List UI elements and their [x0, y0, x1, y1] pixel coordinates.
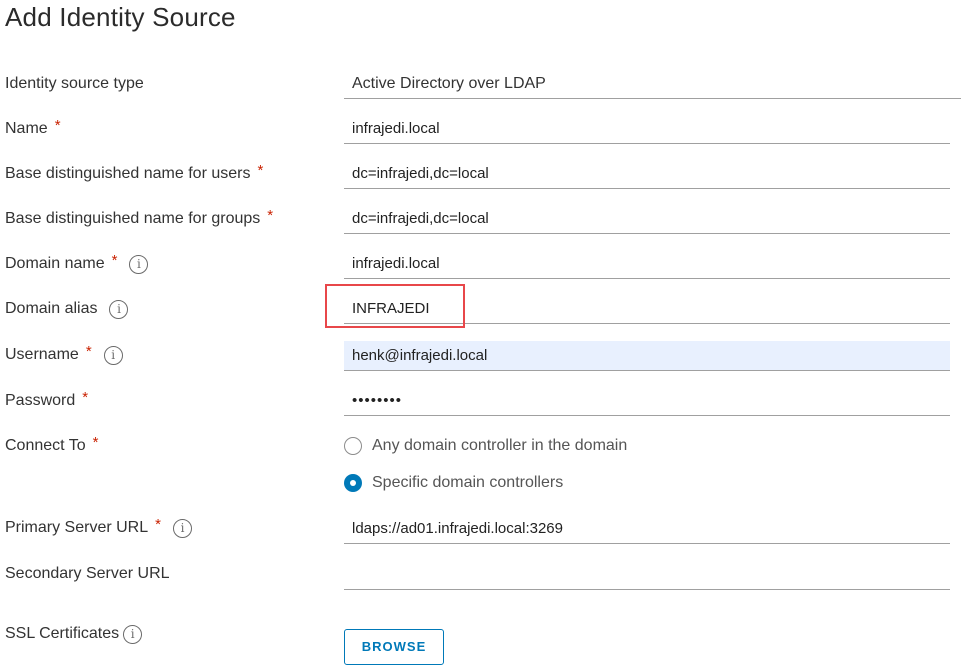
username-label-text: Username [5, 346, 79, 363]
name-label-text: Name [5, 120, 48, 137]
info-icon[interactable]: i [123, 624, 143, 644]
secondary-server-url-label-text: Secondary Server URL [5, 565, 170, 582]
domain-name-input[interactable]: infrajedi.local [344, 249, 950, 279]
required-marker: * [85, 343, 92, 360]
required-marker: * [267, 207, 274, 224]
info-icon[interactable]: i [129, 254, 149, 274]
password-label-text: Password [5, 392, 76, 409]
connect-to-label-text: Connect To [5, 437, 86, 454]
password-input[interactable]: •••••••• [344, 386, 950, 416]
ssl-certificates-label-text: SSL Certificates [5, 625, 120, 642]
primary-server-url-input[interactable]: ldaps://ad01.infrajedi.local:3269 [344, 514, 950, 544]
required-marker: * [82, 389, 89, 406]
secondary-server-url-input[interactable] [344, 560, 950, 590]
ssl-certificates-label: SSL Certificates i [5, 624, 143, 644]
dialog-title: Add Identity Source [5, 2, 236, 32]
domain-name-label: Domain name * i [5, 252, 149, 274]
required-marker: * [54, 117, 61, 134]
base-dn-users-input[interactable]: dc=infrajedi,dc=local [344, 159, 950, 189]
secondary-server-url-label: Secondary Server URL [5, 564, 170, 584]
password-label: Password * [5, 389, 89, 411]
domain-name-label-text: Domain name [5, 255, 105, 272]
domain-alias-label: Domain alias i [5, 299, 129, 319]
base-dn-groups-label-text: Base distinguished name for groups [5, 210, 261, 227]
domain-alias-input[interactable]: INFRAJEDI [344, 294, 950, 324]
connect-to-label: Connect To * [5, 434, 99, 456]
required-marker: * [257, 162, 264, 179]
identity-source-type-label-text: Identity source type [5, 75, 144, 92]
required-marker: * [155, 516, 161, 533]
radio-specific-domain-controllers[interactable]: Specific domain controllers [344, 474, 563, 492]
primary-server-url-label-text: Primary Server URL [5, 519, 149, 536]
base-dn-groups-label: Base distinguished name for groups * [5, 207, 274, 229]
info-icon[interactable]: i [109, 299, 129, 319]
radio-checked-icon[interactable] [344, 474, 362, 492]
radio-unchecked-icon[interactable] [344, 437, 362, 455]
name-label: Name * [5, 117, 61, 139]
radio-any-domain-controller-label[interactable]: Any domain controller in the domain [372, 437, 627, 455]
domain-alias-label-text: Domain alias [5, 300, 98, 317]
identity-source-type-value: Active Directory over LDAP [344, 69, 961, 99]
info-icon[interactable]: i [172, 518, 192, 538]
username-input[interactable]: henk@infrajedi.local [344, 341, 950, 371]
base-dn-users-label-text: Base distinguished name for users [5, 165, 251, 182]
username-label: Username * i [5, 343, 123, 365]
required-marker: * [111, 252, 118, 269]
name-input[interactable]: infrajedi.local [344, 114, 950, 144]
identity-source-type-label: Identity source type [5, 74, 144, 94]
radio-specific-domain-controllers-label[interactable]: Specific domain controllers [372, 474, 563, 492]
info-icon[interactable]: i [103, 345, 123, 365]
base-dn-users-label: Base distinguished name for users * [5, 162, 264, 184]
required-marker: * [92, 434, 99, 451]
base-dn-groups-input[interactable]: dc=infrajedi,dc=local [344, 204, 950, 234]
primary-server-url-label: Primary Server URL * i [5, 516, 192, 538]
radio-any-domain-controller[interactable]: Any domain controller in the domain [344, 437, 627, 455]
